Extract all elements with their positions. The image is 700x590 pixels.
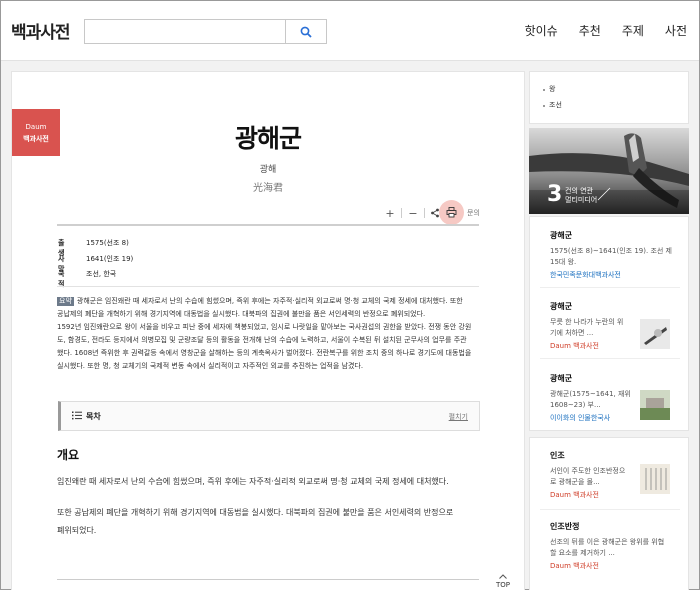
inquiry-link[interactable]: 문의 [467, 208, 480, 218]
media-label: 건의 연관 멀티미디어 [565, 187, 598, 204]
entry-thumbnail [640, 319, 670, 349]
bullet [543, 89, 545, 91]
search-button[interactable] [285, 20, 326, 43]
entry-source: 한국민족문화대백과사전 [550, 271, 621, 279]
title-divider [57, 224, 479, 226]
font-decrease-button[interactable]: − [407, 207, 419, 220]
info-divider [57, 286, 479, 287]
divider [540, 358, 680, 359]
font-increase-button[interactable]: + [384, 207, 396, 220]
summary-line: 했다. 1608년 즉위한 후 권력갈등 속에서 영창군을 살해하는 등의 계축… [57, 349, 472, 357]
nav-recommend[interactable]: 추천 [579, 22, 601, 39]
divider [540, 287, 680, 288]
info-value: 1575(선조 8) [86, 239, 129, 247]
category-joseon[interactable]: 조선 [549, 100, 562, 110]
media-count: 3 [547, 182, 563, 207]
category-king[interactable]: 왕 [549, 84, 555, 94]
entry-desc: 광해군(1575~1641, 재위 1608~23) 부... [550, 390, 631, 409]
overview-paragraph: 또한 공납제의 폐단을 개혁하기 위해 경기지역에 대동법을 실시했다. 대북파… [57, 508, 454, 535]
bullet [543, 105, 545, 107]
list-icon [72, 411, 82, 420]
search-box [84, 19, 327, 44]
entry-source: 이이화의 인물한국사 [550, 414, 611, 422]
entry-title: 광해군 [550, 302, 573, 311]
related-entry[interactable]: 광해군 1575(선조 8)~1641(인조 19). 조선 제 15대 왕. 한… [550, 230, 672, 280]
related-media[interactable]: 3 건의 연관 멀티미디어 [529, 128, 689, 214]
article-reading: 광해 [259, 165, 277, 175]
info-value: 1641(인조 19) [86, 255, 134, 263]
section-title-overview: 개요 [57, 448, 80, 462]
toc-expand-link[interactable]: 펼치기 [449, 412, 468, 422]
related-entries-card-2: 인조 서인이 주도한 인조반정으 로 광해군을 몰... Daum 백과사전 인조… [529, 437, 689, 590]
summary-line: 1592년 임진왜란으로 왕이 서울을 비우고 피난 중에 세자에 책봉되었고,… [57, 323, 472, 331]
entry-desc: 1575(선조 8)~1641(인조 19). 조선 제 15대 왕. [550, 247, 672, 266]
entry-source: Daum 백과사전 [550, 562, 599, 570]
scroll-top-button[interactable]: TOP [492, 573, 514, 589]
info-value: 조선, 한국 [86, 270, 117, 278]
entry-desc: 서인이 주도한 인조반정으 로 광해군을 몰... [550, 467, 626, 486]
entry-source: Daum 백과사전 [550, 491, 599, 499]
toolbar-divider [424, 208, 425, 218]
search-input[interactable] [85, 20, 285, 43]
summary-line: 공납제의 폐단을 개혁하기 위해 경기지역에 대동법을 실시했다. 대북파의 집… [57, 310, 426, 318]
entry-title: 광해군 [550, 374, 573, 383]
nav-dictionary[interactable]: 사전 [665, 22, 687, 39]
article-hanja: 光海君 [253, 183, 283, 194]
related-entries-card: 광해군 1575(선조 8)~1641(인조 19). 조선 제 15대 왕. 한… [529, 216, 689, 431]
article-toolbar: + − [384, 205, 440, 221]
entry-source: Daum 백과사전 [550, 342, 599, 350]
related-entry[interactable]: 인조 서인이 주도한 인조반정으 로 광해군을 몰... Daum 백과사전 [550, 450, 625, 500]
category-card: 왕 조선 [529, 71, 689, 124]
top-nav: 핫이슈 추천 주제 사전 [504, 22, 687, 39]
divider [540, 509, 680, 510]
arrow-right-icon [597, 187, 611, 201]
article-summary: 요약 광해군은 임진왜란 때 세자로서 난의 수습에 힘썼으며, 즉위 후에는 자… [57, 295, 479, 373]
entry-title: 광해군 [550, 231, 573, 240]
chevron-up-icon [499, 574, 507, 579]
entry-title: 인조반정 [550, 522, 580, 531]
top-header: 백과사전 핫이슈 추천 주제 사전 [1, 1, 699, 61]
related-entry[interactable]: 광해군 광해군(1575~1641, 재위 1608~23) 부... 이이화의 … [550, 373, 631, 423]
article-title: 광해군 [234, 124, 302, 153]
related-entry[interactable]: 인조반정 선조의 뒤를 이은 광해군은 왕위를 위협 할 요소를 제거하기 ...… [550, 521, 664, 571]
summary-line: 실시했다. 또한 명, 청 교체기의 국제적 변동 속에서 실리적이고 자주적인… [57, 362, 364, 370]
entry-thumbnail [640, 464, 670, 494]
summary-line: 도, 함경도, 전라도 등지에서 의병모집 및 군량조달 등의 활동을 전개해 … [57, 336, 467, 344]
nav-hot-issue[interactable]: 핫이슈 [525, 22, 558, 39]
entry-title: 인조 [550, 451, 565, 460]
nav-topic[interactable]: 주제 [622, 22, 644, 39]
table-of-contents: 목차 펼치기 [58, 401, 480, 431]
entry-desc: 무릇 한 나라가 누란의 위 기에 처하면 ... [550, 318, 624, 337]
toc-label: 목차 [86, 412, 101, 421]
entry-thumbnail [640, 390, 670, 420]
summary-tag: 요약 [57, 297, 74, 306]
related-entry[interactable]: 광해군 무릇 한 나라가 누란의 위 기에 처하면 ... Daum 백과사전 [550, 301, 623, 351]
content-divider [57, 579, 479, 580]
entry-desc: 선조의 뒤를 이은 광해군은 왕위를 위협 할 요소를 제거하기 ... [550, 538, 665, 557]
site-logo[interactable]: 백과사전 [11, 18, 71, 43]
search-icon [300, 26, 312, 38]
toolbar-divider [401, 208, 402, 218]
overview-paragraph: 임진왜란 때 세자로서 난의 수습에 힘썼으며, 즉위 후에는 자주적·실리적 … [57, 477, 449, 486]
summary-line: 요약 광해군은 임진왜란 때 세자로서 난의 수습에 힘썼으며, 즉위 후에는 자… [57, 297, 463, 306]
print-icon[interactable] [446, 207, 457, 218]
